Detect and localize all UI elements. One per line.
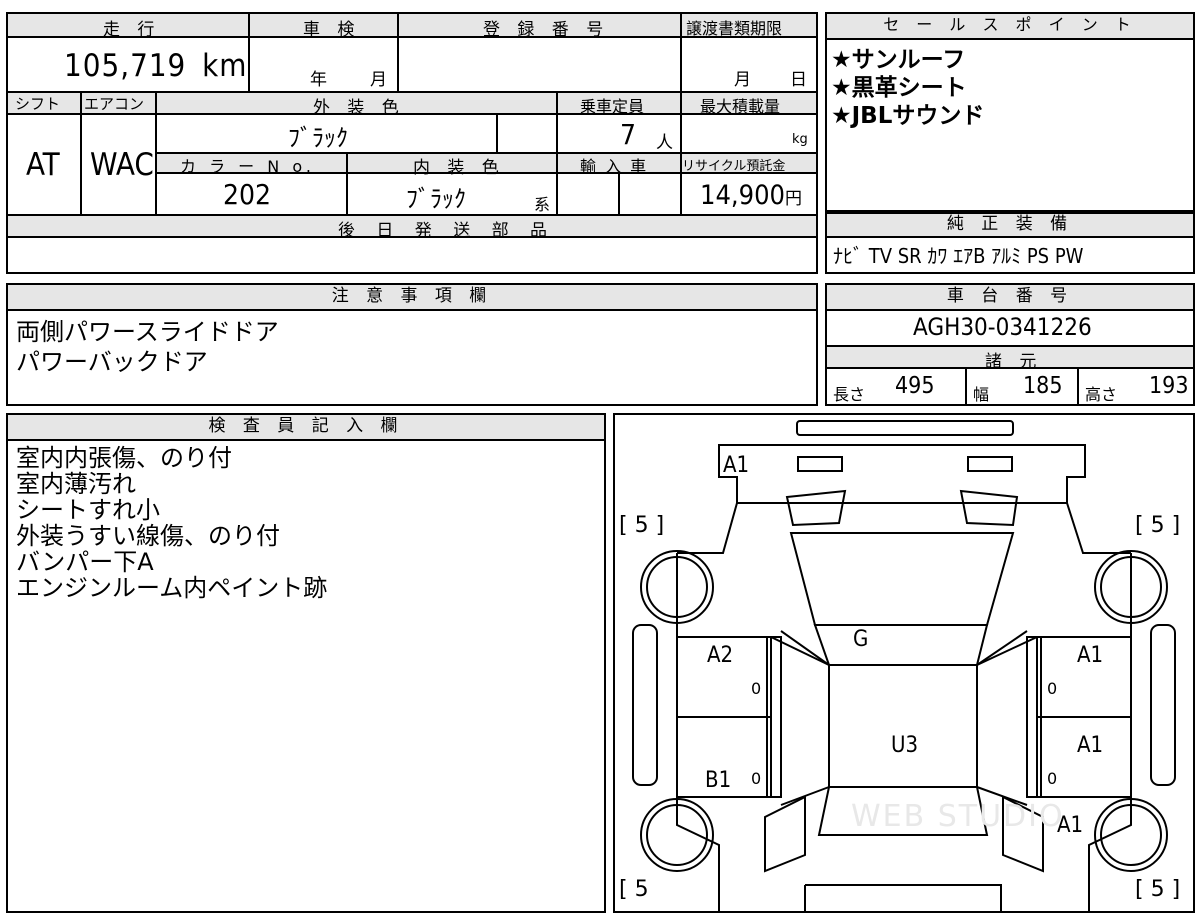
interior-color-suffix: 系 xyxy=(534,195,551,214)
inspector-line: 室内内張傷、のり付 xyxy=(16,444,232,472)
recycle-label: リサイクル預託金 xyxy=(682,159,786,174)
interior-color-value: ﾌﾞﾗｯｸ xyxy=(406,185,466,213)
transfer-day-unit: 日 xyxy=(790,70,807,90)
registration-label: 登 録 番 号 xyxy=(483,20,610,40)
shaken-month-unit: 月 xyxy=(370,70,387,90)
spec-height-value: 193 xyxy=(1149,373,1189,399)
tire-rear-left: [ 5 xyxy=(619,877,649,902)
mileage-value: 105,719 km xyxy=(64,48,247,84)
mark-front-bumper: A1 xyxy=(723,453,750,478)
spec-length-value: 495 xyxy=(895,373,935,399)
shaken-label: 車 検 xyxy=(303,20,361,40)
shift-value: AT xyxy=(26,147,60,183)
notes-label: 注 意 事 項 欄 xyxy=(8,285,816,311)
notes-line: パワーバックドア xyxy=(16,348,208,376)
sales-point-item: ★JBLサウンド xyxy=(831,103,985,129)
shaken-year-unit: 年 xyxy=(310,70,327,90)
capacity-value: 7 xyxy=(620,118,637,151)
recycle-number: 14,900 xyxy=(700,180,785,211)
door-zero-mark: 0 xyxy=(1047,769,1058,788)
inspector-line: 外装うすい線傷、のり付 xyxy=(16,522,280,550)
later-parts-label: 後 日 発 送 部 品 xyxy=(338,221,556,241)
sales-point-item: ★黒革シート xyxy=(831,75,967,101)
spec-width-label: 幅 xyxy=(973,385,990,404)
recycle-value: 14,900円 xyxy=(700,180,802,211)
inspector-panel: 検 査 員 記 入 欄 室内内張傷、のり付 室内薄汚れ シートすれ小 外装うすい… xyxy=(6,413,606,913)
inspector-line: シートすれ小 xyxy=(16,496,160,524)
mark-roof: U3 xyxy=(891,733,919,758)
spec-length-label: 長さ xyxy=(833,385,866,404)
spec-width-value: 185 xyxy=(1023,373,1063,399)
shift-label: シフト xyxy=(15,95,61,113)
door-zero-mark: 0 xyxy=(751,769,762,788)
mark-left-rear-door: B1 xyxy=(705,768,732,793)
notes-panel: 注 意 事 項 欄 両側パワースライドドア パワーバックドア xyxy=(6,283,818,406)
inspector-line: 室内薄汚れ xyxy=(16,470,136,498)
car-condition-diagram: [ 5 ] [ 5 ] [ 5 [ 5 ] A1 G A2 A1 B1 A1 A… xyxy=(613,413,1195,913)
sales-points-label: セ ー ル ス ポ イ ン ト xyxy=(827,14,1193,40)
transfer-month-unit: 月 xyxy=(734,70,751,90)
import-label: 輸 入 車 xyxy=(580,157,649,176)
exterior-color-label: 外 装 色 xyxy=(313,98,405,118)
exterior-color-value: ﾌﾞﾗｯｸ xyxy=(288,124,348,152)
chassis-number: AGH30-0341226 xyxy=(913,313,1092,341)
mark-hood: G xyxy=(853,627,869,652)
max-load-label: 最大積載量 xyxy=(700,97,781,116)
mileage-label: 走 行 xyxy=(103,20,161,40)
genuine-equipment-panel: 純 正 装 備 ﾅﾋﾞ TV SR ｶﾜ ｴｱB ｱﾙﾐ PS PW xyxy=(825,212,1195,274)
mileage-unit: km xyxy=(202,48,248,84)
specs-label: 諸 元 xyxy=(985,352,1043,372)
inspector-line: エンジンルーム内ペイント跡 xyxy=(16,574,328,602)
watermark: WEB STUDIO xyxy=(851,799,1065,834)
door-zero-mark: 0 xyxy=(751,679,762,698)
inspector-line: バンパー下A xyxy=(16,548,154,576)
chassis-panel: 車 台 番 号 AGH30-0341226 諸 元 長さ 495 幅 185 高… xyxy=(825,283,1195,406)
mark-left-front-door: A2 xyxy=(707,643,734,668)
tire-front-left: [ 5 ] xyxy=(619,513,665,538)
sales-point-item: ★サンルーフ xyxy=(831,47,966,73)
mileage-number: 105,719 xyxy=(64,48,187,84)
genuine-equipment-value: ﾅﾋﾞ TV SR ｶﾜ ｴｱB ｱﾙﾐ PS PW xyxy=(833,244,1084,268)
sales-points-panel: セ ー ル ス ポ イ ン ト ★サンルーフ ★黒革シート ★JBLサウンド xyxy=(825,12,1195,212)
color-no-label: カ ラ ー N o. xyxy=(180,157,315,176)
transfer-docs-label: 譲渡書類期限 xyxy=(686,19,783,38)
vehicle-info-table: 走 行 車 検 登 録 番 号 譲渡書類期限 105,719 km 年 月 月 … xyxy=(6,12,818,274)
spec-height-label: 高さ xyxy=(1085,385,1118,404)
chassis-label: 車 台 番 号 xyxy=(827,285,1193,311)
mark-right-rear-door: A1 xyxy=(1077,733,1104,758)
max-load-unit: kg xyxy=(792,132,808,147)
car-outline xyxy=(632,420,1176,911)
capacity-unit: 人 xyxy=(656,133,673,153)
notes-line: 両側パワースライドドア xyxy=(16,318,279,346)
tire-rear-right: [ 5 ] xyxy=(1135,877,1181,902)
inspector-label: 検 査 員 記 入 欄 xyxy=(8,415,604,441)
tire-front-right: [ 5 ] xyxy=(1135,513,1181,538)
color-no-value: 202 xyxy=(223,178,272,211)
mark-right-front-door: A1 xyxy=(1077,643,1104,668)
capacity-label: 乗車定員 xyxy=(580,97,645,116)
genuine-equipment-label: 純 正 装 備 xyxy=(827,214,1193,238)
door-zero-mark: 0 xyxy=(1047,679,1058,698)
recycle-unit: 円 xyxy=(784,189,802,209)
interior-color-label: 内 装 色 xyxy=(413,158,505,178)
aircon-label: エアコン xyxy=(84,95,145,113)
aircon-value: WAC xyxy=(90,147,154,183)
